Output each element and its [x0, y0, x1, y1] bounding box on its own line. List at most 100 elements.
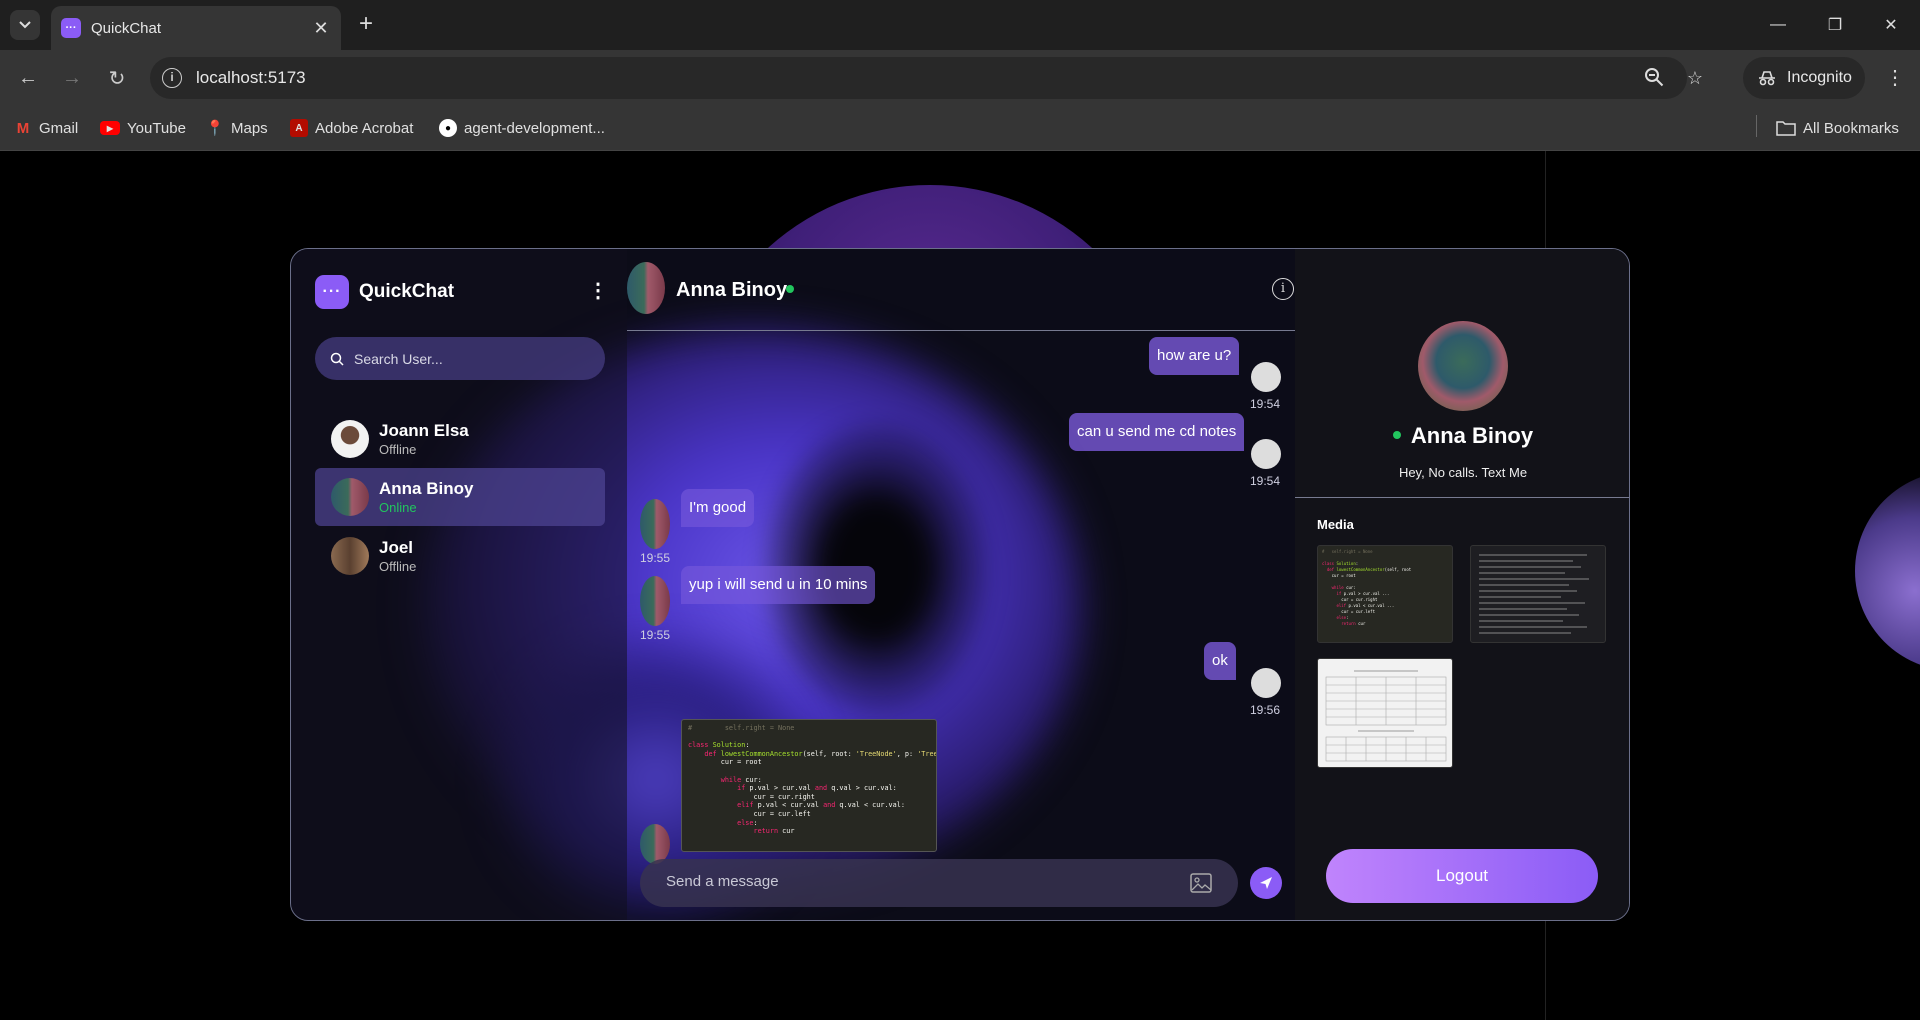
close-window-button[interactable]: ✕ — [1862, 0, 1920, 50]
contact-name: Joann Elsa — [379, 421, 469, 440]
restore-button[interactable]: ❐ — [1806, 0, 1864, 50]
avatar — [640, 824, 670, 864]
message-composer — [640, 859, 1238, 907]
user-avatar-icon — [1251, 439, 1281, 469]
profile-name-row: Anna Binoy — [1295, 423, 1629, 449]
new-tab-button[interactable]: + — [352, 10, 380, 38]
bookmarks-separator — [1756, 115, 1757, 137]
table-preview — [1325, 670, 1447, 762]
incognito-label: Incognito — [1787, 69, 1852, 86]
search-icon — [330, 352, 344, 366]
tab-title: QuickChat — [91, 19, 162, 37]
acrobat-icon: A — [290, 119, 308, 137]
browser-tab-bar: ··· QuickChat ✕ + — ❐ ✕ — [0, 0, 1920, 50]
search-input[interactable] — [354, 350, 574, 367]
contact-name: Joel — [379, 538, 414, 557]
reload-button[interactable]: ↻ — [102, 63, 132, 93]
bookmark-label: YouTube — [127, 119, 186, 137]
message-time: 19:56 — [1250, 703, 1281, 717]
chat-app-container: ··· QuickChat ⋮ Joann Elsa Offline Anna … — [290, 248, 1630, 921]
chat-area: Anna Binoy i how are u? 19:54 can u send… — [627, 249, 1295, 920]
avatar — [331, 537, 369, 575]
sidebar-menu-icon[interactable]: ⋮ — [588, 279, 608, 303]
close-tab-icon[interactable]: ✕ — [311, 18, 331, 39]
contact-item[interactable]: Joann Elsa Offline — [315, 410, 605, 468]
incognito-icon — [1759, 71, 1775, 86]
avatar — [331, 478, 369, 516]
forward-button[interactable]: → — [57, 63, 87, 93]
profile-avatar — [1418, 321, 1508, 411]
quickchat-favicon: ··· — [61, 18, 81, 38]
online-indicator — [786, 285, 794, 293]
send-button[interactable] — [1250, 867, 1282, 899]
media-thumbnail-table[interactable] — [1317, 658, 1453, 768]
bookmark-github[interactable]: ● agent-development... — [439, 116, 605, 140]
logout-button[interactable]: Logout — [1326, 849, 1598, 903]
media-heading: Media — [1317, 517, 1354, 532]
zoom-icon[interactable] — [1643, 67, 1665, 89]
chevron-down-icon — [19, 21, 31, 29]
contact-item-active[interactable]: Anna Binoy Online — [315, 468, 605, 526]
message-time: 19:55 — [640, 628, 671, 642]
profile-bio: Hey, No calls. Text Me — [1398, 465, 1528, 480]
bookmark-maps[interactable]: 📍 Maps — [206, 116, 268, 140]
bookmark-label: agent-development... — [464, 119, 605, 137]
browser-menu-icon[interactable]: ⋮ — [1880, 63, 1910, 93]
chat-header: Anna Binoy i — [627, 249, 1295, 331]
media-thumbnail-notes[interactable] — [1470, 545, 1606, 643]
site-info-icon[interactable]: i — [162, 68, 182, 88]
image-upload-icon[interactable] — [1190, 872, 1212, 894]
user-avatar-icon — [1251, 362, 1281, 392]
browser-tab[interactable]: ··· QuickChat ✕ — [51, 6, 341, 50]
search-bar[interactable] — [315, 337, 605, 380]
avatar[interactable] — [627, 262, 665, 314]
brand: ··· QuickChat — [315, 275, 454, 309]
contact-status: Online — [379, 500, 417, 515]
message-bubble-incoming: yup i will send u in 10 mins — [681, 566, 876, 604]
bookmark-star-icon[interactable]: ☆ — [1684, 67, 1706, 89]
message-time: 19:55 — [640, 551, 671, 565]
profile-name: Anna Binoy — [1410, 423, 1534, 448]
profile-panel: Anna Binoy Hey, No calls. Text Me Media … — [1295, 249, 1629, 920]
notes-preview — [1479, 554, 1589, 634]
send-icon — [1260, 877, 1272, 889]
url-text: localhost:5173 — [196, 68, 306, 87]
background-orb-right — [1855, 471, 1920, 671]
gmail-icon: M — [16, 119, 30, 137]
youtube-icon: ▶ — [100, 121, 120, 135]
message-time: 19:54 — [1250, 474, 1281, 488]
bookmark-label: Maps — [231, 119, 268, 137]
incognito-indicator[interactable]: Incognito — [1743, 57, 1865, 99]
info-icon[interactable]: i — [1272, 278, 1294, 300]
maps-icon: 📍 — [205, 120, 225, 137]
brand-name: QuickChat — [359, 281, 455, 302]
bookmark-acrobat[interactable]: A Adobe Acrobat — [290, 116, 413, 140]
sidebar: ··· QuickChat ⋮ Joann Elsa Offline Anna … — [291, 249, 627, 920]
back-button[interactable]: ← — [13, 63, 43, 93]
message-bubble-outgoing: how are u? — [1149, 337, 1240, 375]
message-bubble-incoming: I'm good — [681, 489, 755, 527]
image-message-code-screenshot[interactable]: # self.right = None class Solution: def … — [681, 719, 937, 852]
contact-item[interactable]: Joel Offline — [315, 527, 605, 585]
tab-search-button[interactable] — [10, 10, 40, 40]
media-thumbnail-code[interactable]: # self.right = None class Solution: def … — [1317, 545, 1453, 643]
folder-icon — [1776, 121, 1796, 136]
user-avatar-icon — [1251, 668, 1281, 698]
all-bookmarks[interactable]: All Bookmarks — [1776, 116, 1899, 140]
bookmark-youtube[interactable]: ▶ YouTube — [100, 116, 186, 140]
bookmark-gmail[interactable]: M Gmail — [14, 116, 78, 140]
github-icon: ● — [439, 119, 457, 137]
contact-status: Offline — [379, 559, 417, 574]
avatar — [640, 499, 670, 549]
chat-bubble-logo-icon: ··· — [315, 275, 349, 309]
message-bubble-outgoing: ok — [1204, 642, 1236, 680]
bookmark-label: Adobe Acrobat — [315, 119, 414, 137]
address-bar[interactable]: i localhost:5173 ☆ — [150, 57, 1703, 99]
avatar — [331, 420, 369, 458]
message-bubble-outgoing: can u send me cd notes — [1069, 413, 1245, 451]
online-indicator — [1392, 431, 1401, 440]
minimize-button[interactable]: — — [1749, 0, 1807, 50]
message-input[interactable] — [666, 873, 1146, 890]
contact-status: Offline — [379, 442, 417, 457]
chat-header-name: Anna Binoy — [676, 279, 788, 301]
